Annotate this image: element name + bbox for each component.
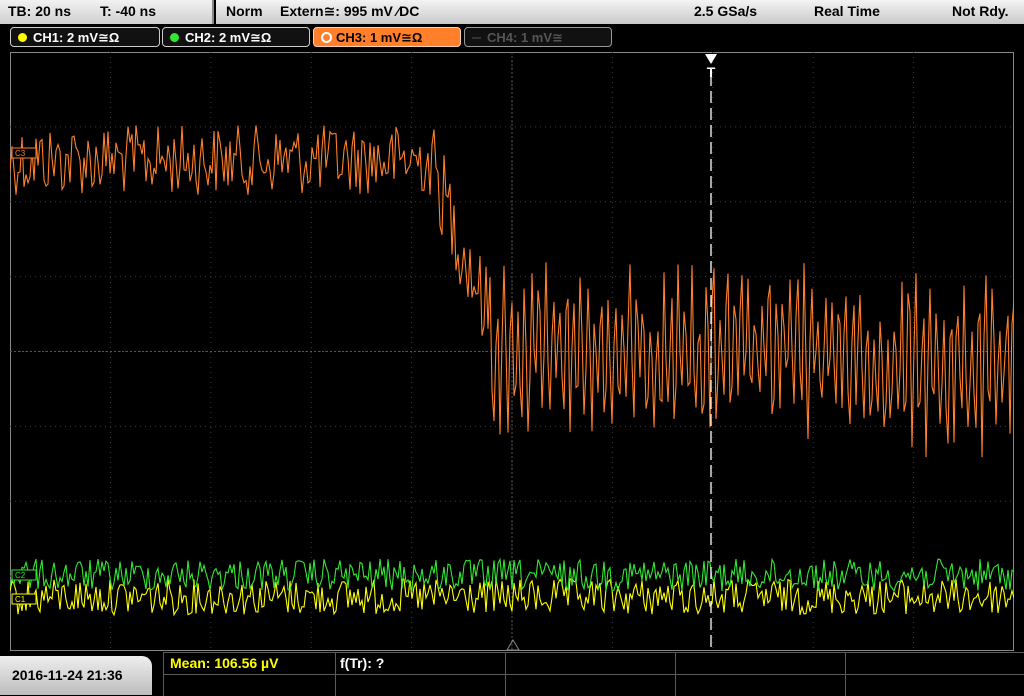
trigger-source: Extern≅: 995 mV ⁄DC xyxy=(280,3,420,19)
ch4-indicator-icon xyxy=(472,37,481,39)
measurement-cell-4 xyxy=(675,653,845,696)
measurement-cell-5 xyxy=(845,653,1024,696)
bottom-bar: 2016-11-24 21:36 Mean: 106.56 µV f(Tr): … xyxy=(0,652,1024,696)
sample-rate: 2.5 GSa/s xyxy=(694,3,758,19)
measurement-cell-ftr: f(Tr): ? xyxy=(335,653,505,696)
channel-tab-ch4[interactable]: CH4: 1 mV≅ xyxy=(464,27,612,47)
ftr-measurement: f(Tr): ? xyxy=(340,655,385,671)
trigger-time-value: T: -40 ns xyxy=(100,3,157,19)
ch1-label: CH1: 2 mV≅Ω xyxy=(33,30,120,45)
measurement-cell-3 xyxy=(505,653,675,696)
channel-tab-ch1[interactable]: CH1: 2 mV≅Ω xyxy=(10,27,160,47)
measurement-panel[interactable]: Mean: 106.56 µV f(Tr): ? xyxy=(163,652,1024,696)
ready-state: Not Rdy. xyxy=(952,3,1009,19)
ch2-offset-marker[interactable]: C2 xyxy=(11,569,37,581)
ch3-label: CH3: 1 mV≅Ω xyxy=(336,30,423,45)
ch1-marker-label: C1 xyxy=(15,595,26,604)
ch2-marker-label: C2 xyxy=(15,571,26,580)
ch3-offset-marker[interactable]: C3 xyxy=(11,147,37,159)
timebase-panel[interactable]: TB: 20 ns T: -40 ns xyxy=(0,0,214,24)
ch3-marker-label: C3 xyxy=(15,149,26,158)
waveform-graticule: T C3 C2 C1 xyxy=(9,52,1015,651)
top-status-bar: TB: 20 ns T: -40 ns Norm Extern≅: 995 mV… xyxy=(0,0,1024,24)
channel-tab-ch3[interactable]: CH3: 1 mV≅Ω xyxy=(313,27,461,47)
channel-tab-ch2[interactable]: CH2: 2 mV≅Ω xyxy=(162,27,310,47)
channel-tabs: CH1: 2 mV≅Ω CH2: 2 mV≅Ω CH3: 1 mV≅Ω CH4:… xyxy=(0,24,1024,50)
timebase-value: TB: 20 ns xyxy=(8,3,72,19)
ch1-indicator-icon xyxy=(18,33,27,42)
trigger-status-panel[interactable]: Norm Extern≅: 995 mV ⁄DC 2.5 GSa/s Real … xyxy=(216,0,1024,24)
measurement-cell-mean: Mean: 106.56 µV xyxy=(163,653,335,696)
ch1-offset-marker[interactable]: C1 xyxy=(11,593,37,605)
ch4-label: CH4: 1 mV≅ xyxy=(487,30,563,45)
ch3-indicator-icon xyxy=(321,32,332,43)
acquisition-mode: Real Time xyxy=(814,3,880,19)
mean-measurement: Mean: 106.56 µV xyxy=(170,655,279,671)
waveform-display[interactable]: T C3 C2 C1 xyxy=(9,52,1015,651)
trigger-marker-label: T xyxy=(707,64,716,80)
ch2-label: CH2: 2 mV≅Ω xyxy=(185,30,272,45)
trigger-mode: Norm xyxy=(226,3,263,19)
date-time-panel[interactable]: 2016-11-24 21:36 xyxy=(0,656,152,695)
ch2-indicator-icon xyxy=(170,33,179,42)
date-time-value: 2016-11-24 21:36 xyxy=(12,667,123,683)
